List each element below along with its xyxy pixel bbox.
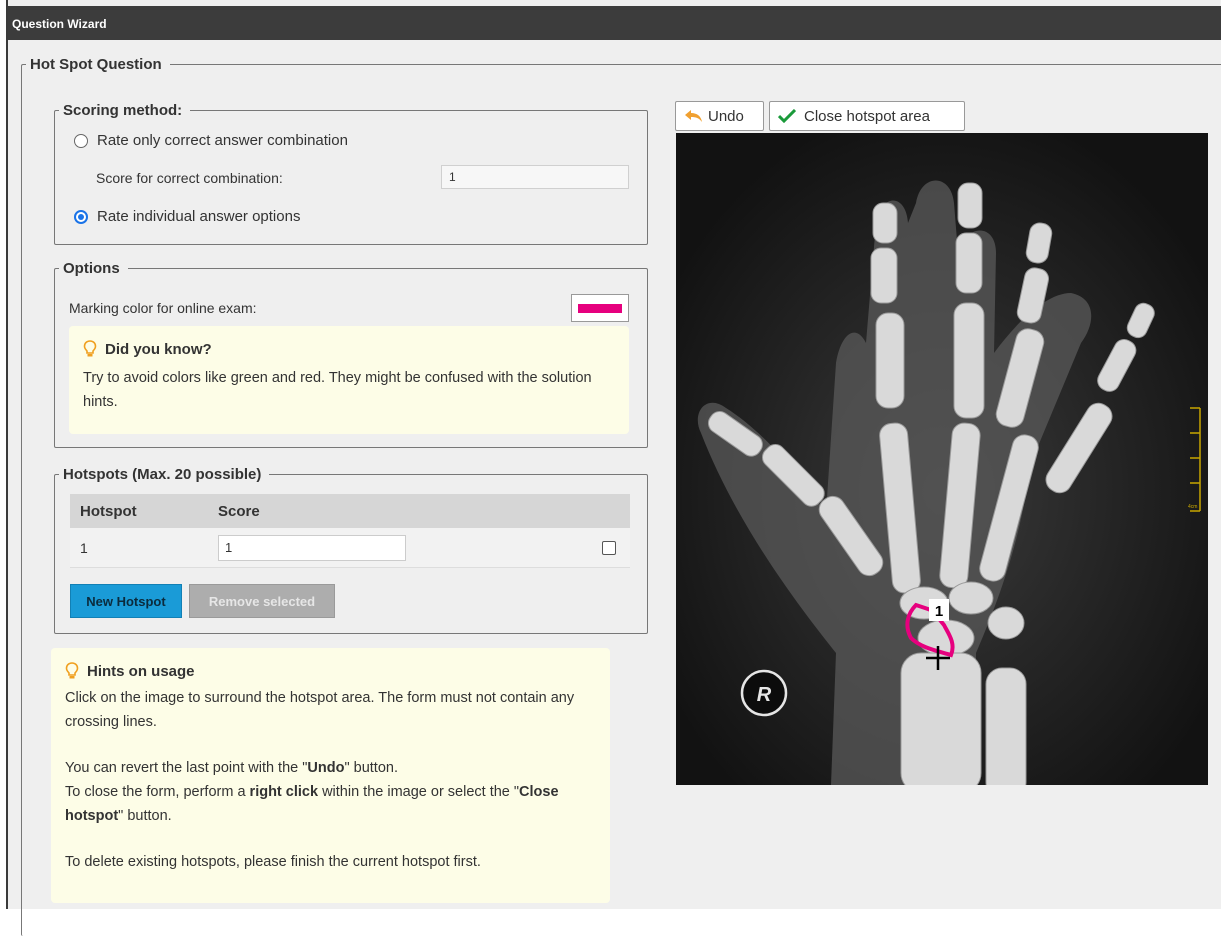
hotspot-number-label: 1 [935, 603, 943, 620]
did-you-know-text: Try to avoid colors like green and red. … [83, 370, 592, 410]
hints-line-4: To delete existing hotspots, please fini… [65, 854, 481, 870]
hand-xray-image: 1 R 4cm [676, 133, 1208, 785]
orientation-marker-label: R [757, 684, 772, 706]
xray-image-canvas[interactable]: 1 R 4cm [676, 133, 1208, 785]
did-you-know-title: Did you know? [83, 340, 615, 358]
window-title: Question Wizard [8, 6, 1221, 40]
hints-line-1: Click on the image to surround the hotsp… [65, 690, 575, 730]
table-row[interactable]: 1 1 [70, 528, 630, 568]
hotspot-score-input[interactable]: 1 [218, 534, 406, 561]
hotspots-table: Hotspot Score 1 1 [70, 494, 630, 568]
question-wizard-window: Question Wizard Hot Spot Question Scorin… [8, 0, 1221, 936]
radio-label: Rate individual answer options [97, 208, 301, 225]
did-you-know-box: Did you know? Try to avoid colors like g… [69, 326, 629, 434]
options-legend: Options [63, 260, 120, 277]
undo-button[interactable]: Undo [675, 101, 764, 131]
close-hotspot-area-button[interactable]: Close hotspot area [769, 101, 965, 131]
lightbulb-icon [65, 662, 79, 679]
column-header-score: Score [218, 502, 260, 520]
remove-selected-button[interactable]: Remove selected [189, 584, 335, 618]
checkmark-icon [778, 109, 796, 123]
score-input[interactable]: 1 [441, 165, 629, 189]
radio-individual-options[interactable]: Rate individual answer options [74, 208, 300, 225]
table-header: Hotspot Score [70, 494, 630, 528]
hints-on-usage-box: Hints on usage Click on the image to sur… [51, 648, 610, 903]
score-label: Score for correct combination: [96, 170, 283, 186]
marking-color-picker[interactable] [571, 294, 629, 322]
column-header-hotspot: Hotspot [80, 502, 137, 520]
section-legend: Hot Spot Question [30, 56, 162, 73]
radio-button[interactable] [74, 133, 88, 148]
scale-label: 4cm [1188, 504, 1197, 510]
radio-button-selected[interactable] [74, 209, 88, 224]
radio-correct-combination[interactable]: Rate only correct answer combination [74, 132, 348, 149]
color-swatch-fill [578, 304, 622, 313]
scoring-legend: Scoring method: [63, 102, 183, 119]
hints-title: Hints on usage [65, 662, 596, 680]
row-select-checkbox[interactable] [602, 541, 616, 555]
radio-label: Rate only correct answer combination [97, 132, 348, 149]
new-hotspot-button[interactable]: New Hotspot [70, 584, 182, 618]
lightbulb-icon [83, 340, 97, 357]
undo-arrow-icon [685, 110, 702, 122]
hints-line-3: To close the form, perform a right click… [65, 784, 559, 824]
left-border [0, 0, 8, 909]
hotspots-legend: Hotspots (Max. 20 possible) [63, 466, 262, 483]
hints-line-2: You can revert the last point with the "… [65, 760, 398, 776]
hotspot-number: 1 [80, 539, 88, 556]
marking-color-label: Marking color for online exam: [69, 300, 257, 316]
